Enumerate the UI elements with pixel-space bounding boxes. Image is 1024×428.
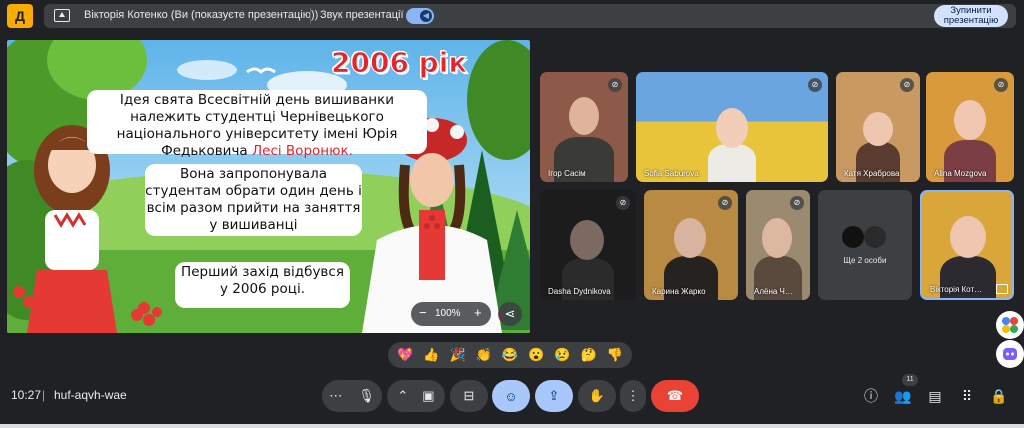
camera-icon[interactable]: ▣ — [422, 388, 434, 404]
reaction-thumbs-up[interactable]: 👍 — [421, 347, 441, 363]
pip-icon[interactable] — [996, 284, 1008, 294]
speech-bubble-1: Ідея свята Всесвітній день вишиванки нал… — [87, 90, 427, 159]
participant-tile[interactable]: ⊘ Alina Mozgova — [926, 72, 1014, 182]
reaction-heart[interactable]: 💖 — [395, 347, 415, 363]
shapes-icon — [1002, 317, 1018, 333]
more-participants-tile[interactable]: Ще 2 особи — [818, 190, 912, 300]
reaction-thinking[interactable]: 🤔 — [579, 347, 599, 363]
bubble1-name: Лесі Воронюк. — [252, 143, 353, 159]
participant-face — [863, 112, 893, 146]
app-logo[interactable]: Д — [7, 4, 33, 28]
divider — [310, 8, 311, 24]
leave-call-button[interactable]: ☎ — [651, 380, 699, 412]
more-participants-label: Ще 2 особи — [843, 256, 887, 265]
reaction-clap[interactable]: 👏 — [474, 347, 494, 363]
participant-tile[interactable]: ⊘ Катя Храброва — [836, 72, 920, 182]
presentation-bar: Вікторія Котенко (Ви (показуєте презента… — [44, 4, 1016, 28]
slide-title: 2006 рік — [330, 46, 468, 80]
zoom-out-icon[interactable]: − — [419, 305, 427, 320]
participant-face — [950, 216, 986, 258]
reaction-thumbs-down[interactable]: 👎 — [605, 347, 625, 363]
participant-face — [569, 97, 599, 135]
present-screen-icon: ⇪ — [548, 388, 560, 403]
participant-tile[interactable]: ⊘ Алёна Ч… — [746, 190, 810, 300]
participant-avatar — [842, 226, 864, 248]
reaction-party[interactable]: 🎉 — [448, 347, 468, 363]
emoji-button[interactable]: ☺ — [492, 380, 530, 412]
participant-name: Карина Жарко — [652, 287, 706, 296]
participant-name: Sofia Saburova — [644, 169, 699, 178]
people-icon[interactable]: 👥 — [890, 383, 916, 409]
end-call-icon: ☎ — [666, 388, 684, 403]
chevron-up-icon[interactable]: ⌃ — [397, 388, 408, 404]
self-view-tile[interactable]: Вікторія Кот… — [920, 190, 1014, 300]
more-vert-icon: ⋮ — [626, 388, 640, 403]
participant-face — [954, 100, 986, 140]
separator: | — [42, 388, 46, 402]
current-time: 10:27 — [11, 388, 42, 402]
host-controls-icon[interactable]: 🔒 — [986, 383, 1012, 409]
reaction-sad[interactable]: 😢 — [552, 347, 572, 363]
zoom-in-icon[interactable]: + — [474, 305, 482, 320]
share-icon[interactable]: ⋖ — [498, 302, 522, 326]
more-options-button[interactable]: ⋮ — [620, 380, 646, 412]
captions-icon: ⊟ — [463, 388, 475, 403]
emoji-icon: ☺ — [504, 388, 518, 404]
zoom-level: 100% — [435, 308, 461, 319]
participant-name: Катя Храброва — [844, 169, 900, 178]
speaker-icon: ◀ — [420, 10, 432, 22]
mic-off-icon: ⊘ — [994, 78, 1008, 92]
participant-tile[interactable]: ⊘ Dasha Dydnikova — [540, 190, 636, 300]
mic-off-icon: ⊘ — [616, 196, 630, 210]
speech-bubble-3: Перший захід відбувся у 2006 році. — [175, 262, 350, 308]
chat-bot-icon — [1003, 348, 1017, 360]
mic-off-icon: ⊘ — [608, 78, 622, 92]
reactions-bar: 💖 👍 🎉 👏 😂 😮 😢 🤔 👎 — [388, 342, 632, 368]
participant-name: Алёна Ч… — [754, 287, 793, 296]
participant-tile[interactable]: ⊘ Ігор Сасім — [540, 72, 628, 182]
activities-icon[interactable] — [996, 311, 1024, 339]
info-icon[interactable]: ⓘ — [858, 383, 884, 409]
presenter-label: Вікторія Котенко (Ви (показуєте презента… — [84, 9, 319, 21]
reaction-surprised[interactable]: 😮 — [526, 347, 546, 363]
mic-icon[interactable]: 🎙 — [358, 388, 375, 404]
assistant-icon[interactable] — [996, 340, 1024, 368]
speech-bubble-2: Вона запропонувала студентам обрати один… — [145, 164, 362, 236]
mic-off-icon: ⊘ — [808, 78, 822, 92]
zoom-controls: − 100% + — [411, 302, 491, 326]
presentation-sound-toggle[interactable]: ◀ — [406, 8, 434, 24]
participant-name: Ігор Сасім — [548, 169, 586, 178]
top-bar: Д Вікторія Котенко (Ви (показуєте презен… — [0, 0, 1024, 32]
more-audio-icon[interactable]: ⋯ — [329, 388, 342, 404]
participant-name: Dasha Dydnikova — [548, 287, 611, 296]
participant-video — [708, 144, 756, 182]
stop-presenting-button[interactable]: Зупинити презентацію — [934, 5, 1008, 27]
chat-icon[interactable]: ▤ — [922, 383, 948, 409]
participant-avatar — [864, 226, 886, 248]
participant-tile[interactable]: ⊘ Sofia Saburova — [636, 72, 828, 182]
present-screen-icon — [54, 9, 70, 22]
captions-button[interactable]: ⊟ — [450, 380, 488, 412]
meeting-code[interactable]: huf-aqvh-wae — [54, 388, 127, 402]
mic-off-icon: ⊘ — [900, 78, 914, 92]
mic-off-icon: ⊘ — [718, 196, 732, 210]
participant-face — [570, 220, 604, 260]
participant-face — [674, 218, 706, 258]
apps-grid-icon[interactable]: ⠿ — [954, 383, 980, 409]
participant-tile[interactable]: ⊘ Карина Жарко — [644, 190, 738, 300]
participant-face — [762, 218, 792, 258]
participant-face — [716, 108, 748, 148]
present-button[interactable]: ⇪ — [535, 380, 573, 412]
video-control-group: ⌃ ▣ — [387, 380, 445, 412]
mic-off-icon: ⊘ — [790, 196, 804, 210]
bottom-edge — [0, 424, 1024, 428]
presentation-sound-label: Звук презентації — [320, 9, 404, 21]
participant-name: Вікторія Кот… — [930, 285, 983, 294]
reaction-laugh[interactable]: 😂 — [500, 347, 520, 363]
participant-name: Alina Mozgova — [934, 169, 987, 178]
raise-hand-button[interactable]: ✋ — [578, 380, 616, 412]
presentation-slide: 2006 рік Ідея свята Всесвітній день виши… — [7, 40, 530, 333]
hand-icon: ✋ — [588, 388, 606, 403]
audio-control-group: ⋯ 🎙 — [322, 380, 382, 412]
